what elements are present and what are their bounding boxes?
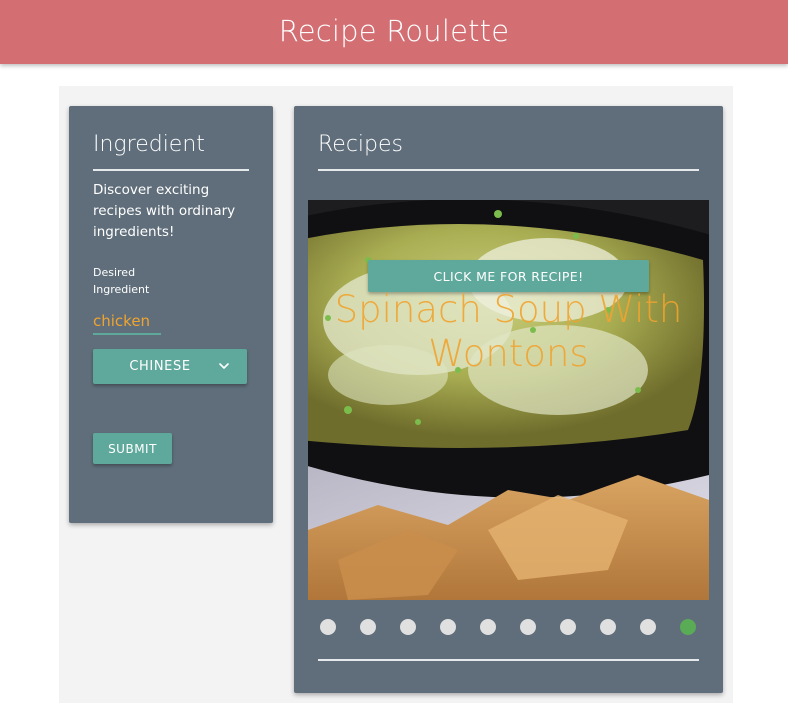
carousel-dot-8[interactable] [600,619,616,635]
chevron-down-icon [219,363,229,369]
ingredient-heading: Ingredient [93,132,205,157]
desired-ingredient-label: Desired Ingredient [93,266,150,296]
cuisine-select-value: CHINESE [129,359,191,374]
carousel-dot-1[interactable] [320,619,336,635]
recipes-bottom-divider [318,659,699,661]
recipes-heading-divider [318,169,699,171]
ingredient-card: Ingredient Discover exciting recipes wit… [69,106,273,523]
recipes-heading: Recipes [318,132,404,157]
carousel-indicators [320,619,710,635]
carousel-dot-5[interactable] [480,619,496,635]
carousel-dot-7[interactable] [560,619,576,635]
carousel-dot-6[interactable] [520,619,536,635]
ingredient-intro-text: Discover exciting recipes with ordinary … [93,182,236,240]
ingredient-heading-divider [93,169,249,171]
recipe-carousel[interactable]: CLICK ME FOR RECIPE! Spinach Soup With W… [308,200,709,600]
carousel-dot-10[interactable] [680,619,696,635]
carousel-dot-9[interactable] [640,619,656,635]
app-title: Recipe Roulette [278,14,510,48]
ingredient-input[interactable] [93,309,161,335]
carousel-dot-2[interactable] [360,619,376,635]
recipes-card: Recipes CLICK ME FOR RECIPE! Spinach Sou… [294,106,723,693]
cuisine-select[interactable]: CHINESE [93,349,247,384]
submit-button[interactable]: SUBMIT [93,433,172,464]
carousel-dot-4[interactable] [440,619,456,635]
carousel-dot-3[interactable] [400,619,416,635]
app-header: Recipe Roulette [0,0,788,64]
recipe-title: Spinach Soup With Wontons [334,288,683,375]
